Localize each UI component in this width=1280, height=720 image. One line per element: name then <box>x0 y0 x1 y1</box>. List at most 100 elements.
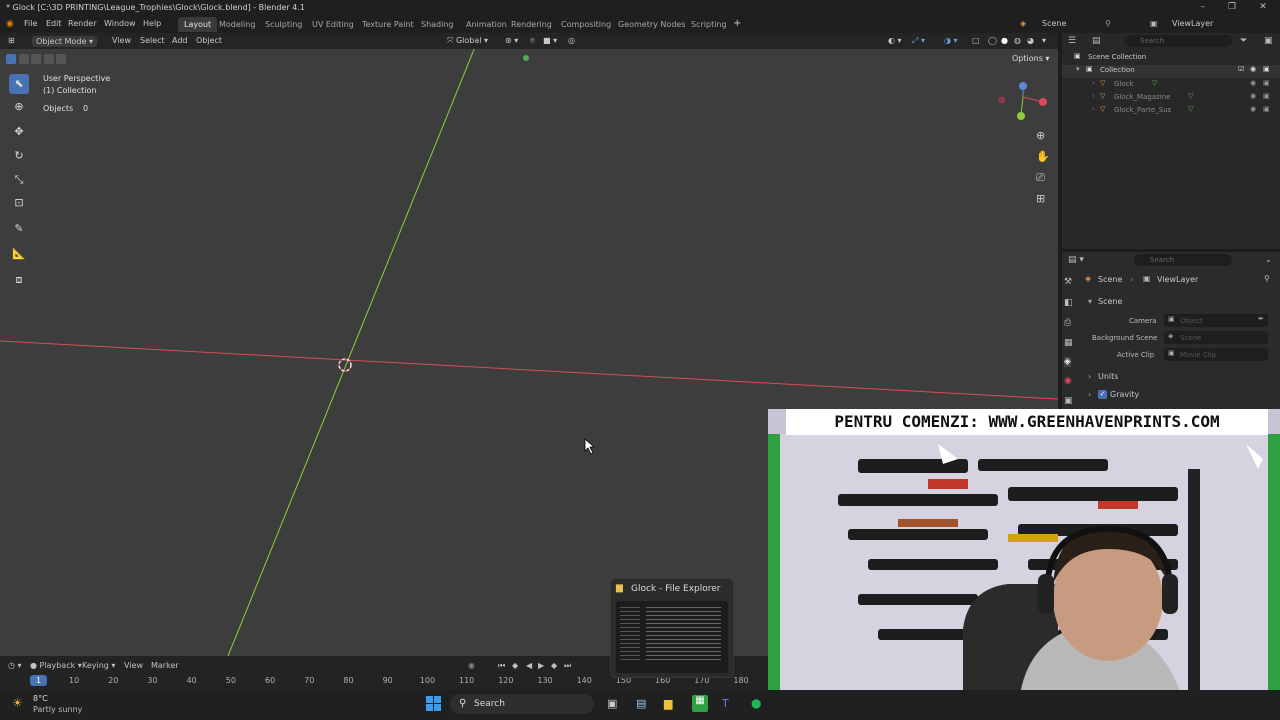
windows-start-icon[interactable] <box>426 696 441 711</box>
selection-mode-buttons[interactable] <box>6 54 70 66</box>
properties-search-input[interactable]: Search <box>1134 254 1232 266</box>
gravity-panel-header[interactable]: Gravity <box>1110 390 1139 399</box>
pan-hand-icon[interactable]: ✋ <box>1036 150 1050 163</box>
auto-keying-icon[interactable]: ◉ <box>468 661 475 670</box>
timeline-editor-icon[interactable]: ◷ ▾ <box>8 661 22 670</box>
tab-shading[interactable]: Shading <box>415 17 460 32</box>
material-shading-icon[interactable]: ◍ <box>1014 36 1021 45</box>
snap-icon[interactable]: ⌾ <box>530 36 535 46</box>
select-subtract-icon[interactable] <box>31 54 42 64</box>
tab-sculpting[interactable]: Sculpting <box>259 17 308 32</box>
view-layer-tab-icon[interactable]: ▦ <box>1064 338 1073 348</box>
select-box-icon[interactable] <box>6 54 16 64</box>
menu-object[interactable]: Object <box>196 36 222 45</box>
filter-icon[interactable]: ⏷ <box>1240 36 1247 46</box>
properties-type-icon[interactable]: ▤ ▾ <box>1068 255 1084 265</box>
outliner-row-scene-collection[interactable]: ▣ Scene Collection <box>1062 52 1280 65</box>
tab-texture-paint[interactable]: Texture Paint <box>356 17 420 32</box>
display-mode-icon[interactable]: ▤ <box>1092 36 1101 46</box>
render-tab-icon[interactable]: ◧ <box>1064 298 1073 308</box>
keying-menu[interactable]: Keying ▾ <box>82 661 115 670</box>
scale-tool-icon[interactable]: ⤡ <box>9 170 29 190</box>
minimize-icon[interactable]: – <box>1196 2 1210 14</box>
expand-chevron-icon[interactable]: › <box>1092 92 1095 100</box>
editor-type-icon[interactable]: ⊞ <box>8 36 15 45</box>
outliner-row-collection[interactable]: ▾ ▣ Collection ☑ ◉ ▣ <box>1062 65 1280 78</box>
scene-selector[interactable]: Scene <box>1042 19 1066 28</box>
panel-chevron-icon[interactable]: › <box>1088 372 1091 381</box>
tab-geometry-nodes[interactable]: Geometry Nodes <box>612 17 691 32</box>
tab-layout[interactable]: Layout <box>178 17 218 32</box>
active-clip-field[interactable]: ▣ Movie Clip <box>1164 348 1268 361</box>
wireframe-shading-icon[interactable]: ◯ <box>988 36 997 45</box>
timeline-view-menu[interactable]: View <box>124 661 143 670</box>
visibility-eye-icon[interactable]: ◉ <box>1250 92 1256 100</box>
play-icon[interactable]: ▶ <box>538 661 544 670</box>
spreadsheet-app-icon[interactable]: ▦ <box>692 695 708 712</box>
menu-edit[interactable]: Edit <box>46 19 62 28</box>
exclude-checkbox-icon[interactable]: ☑ <box>1238 65 1244 73</box>
mode-dropdown[interactable]: Object Mode ▾ <box>32 36 97 47</box>
visibility-icon[interactable]: ◐ ▾ <box>888 36 902 45</box>
menu-view[interactable]: View <box>112 36 131 45</box>
move-tool-icon[interactable]: ✥ <box>9 122 29 142</box>
rotate-tool-icon[interactable]: ↻ <box>9 146 29 166</box>
camera-view-icon[interactable]: ⎚ <box>1036 171 1045 185</box>
render-camera-icon[interactable]: ▣ <box>1263 65 1270 73</box>
weather-desc[interactable]: Partly sunny <box>33 705 82 714</box>
blender-logo-icon[interactable]: ◉ <box>6 19 17 29</box>
grid-view-icon[interactable]: ⊞ <box>1036 192 1045 205</box>
playback-menu[interactable]: ● Playback ▾ <box>30 661 82 670</box>
visibility-eye-icon[interactable]: ◉ <box>1250 65 1256 73</box>
outliner-search-input[interactable]: Search <box>1124 35 1232 47</box>
visibility-eye-icon[interactable]: ◉ <box>1250 105 1256 113</box>
render-camera-icon[interactable]: ▣ <box>1263 105 1270 113</box>
3d-cursor-icon[interactable] <box>338 358 352 372</box>
teams-icon[interactable]: T <box>722 697 729 710</box>
select-tool-icon[interactable]: ⬉ <box>9 74 29 94</box>
orientation-dropdown[interactable]: ⤧ Global ▾ <box>447 36 488 46</box>
taskbar-search-input[interactable]: ⚲ Search <box>450 694 594 714</box>
navigation-gizmo[interactable] <box>998 82 1048 120</box>
render-camera-icon[interactable]: ▣ <box>1263 92 1270 100</box>
panel-chevron-icon[interactable]: ▾ <box>1088 297 1092 306</box>
menu-select[interactable]: Select <box>140 36 165 45</box>
menu-render[interactable]: Render <box>68 19 96 28</box>
tab-uv-editing[interactable]: UV Editing <box>306 17 360 32</box>
snap-target-icon[interactable]: ■ ▾ <box>543 36 557 45</box>
cursor-tool-icon[interactable]: ⊕ <box>9 97 29 117</box>
overlays-icon[interactable]: ◑ ▾ <box>944 36 958 45</box>
select-extend-icon[interactable] <box>18 54 29 64</box>
gravity-checkbox[interactable]: ✓ <box>1098 390 1107 399</box>
eyedropper-icon[interactable]: ✒ <box>1258 315 1264 323</box>
viewlayer-selector[interactable]: ViewLayer <box>1172 19 1213 28</box>
outliner-row-glock-magazine[interactable]: › ▽ Glock_Magazine ▽ ◉ ▣ <box>1062 92 1280 105</box>
expand-chevron-icon[interactable]: › <box>1092 79 1095 87</box>
file-explorer-taskbar-icon[interactable]: ▆ <box>664 697 672 710</box>
jump-keyframe-forward-icon[interactable]: ◆ <box>551 661 557 670</box>
store-icon[interactable]: ▤ <box>636 697 646 710</box>
task-view-icon[interactable]: ▣ <box>607 697 617 710</box>
tab-scripting[interactable]: Scripting <box>685 17 733 32</box>
add-workspace-icon[interactable]: + <box>733 18 741 29</box>
outliner-row-glock[interactable]: › ▽ Glock ▽ ◉ ▣ <box>1062 79 1280 92</box>
jump-end-icon[interactable]: ⏭ <box>564 661 571 671</box>
spotify-icon[interactable]: ● <box>751 696 761 710</box>
scene-tab-icon[interactable]: ◈ <box>1064 357 1071 367</box>
menu-file[interactable]: File <box>24 19 37 28</box>
pin-icon[interactable]: ⚲ <box>1105 19 1111 28</box>
pivot-icon[interactable]: ⊛ ▾ <box>505 36 518 45</box>
tab-rendering[interactable]: Rendering <box>505 17 558 32</box>
world-tab-icon[interactable]: ◉ <box>1064 376 1072 386</box>
outliner-type-icon[interactable]: ☰ <box>1068 36 1076 46</box>
proportional-edit-icon[interactable]: ◎ <box>568 36 575 45</box>
jump-start-icon[interactable]: ⏮ <box>498 661 505 671</box>
expand-chevron-icon[interactable]: › <box>1092 105 1095 113</box>
visibility-eye-icon[interactable]: ◉ <box>1250 79 1256 87</box>
zoom-icon[interactable]: ⊕ <box>1036 129 1045 142</box>
file-explorer-preview[interactable]: ▆ Glock - File Explorer <box>610 578 734 678</box>
scene-panel-header[interactable]: Scene <box>1098 297 1122 306</box>
add-cube-tool-icon[interactable]: ⧈ <box>9 270 29 290</box>
measure-tool-icon[interactable]: 📐 <box>9 244 29 264</box>
menu-help[interactable]: Help <box>143 19 161 28</box>
